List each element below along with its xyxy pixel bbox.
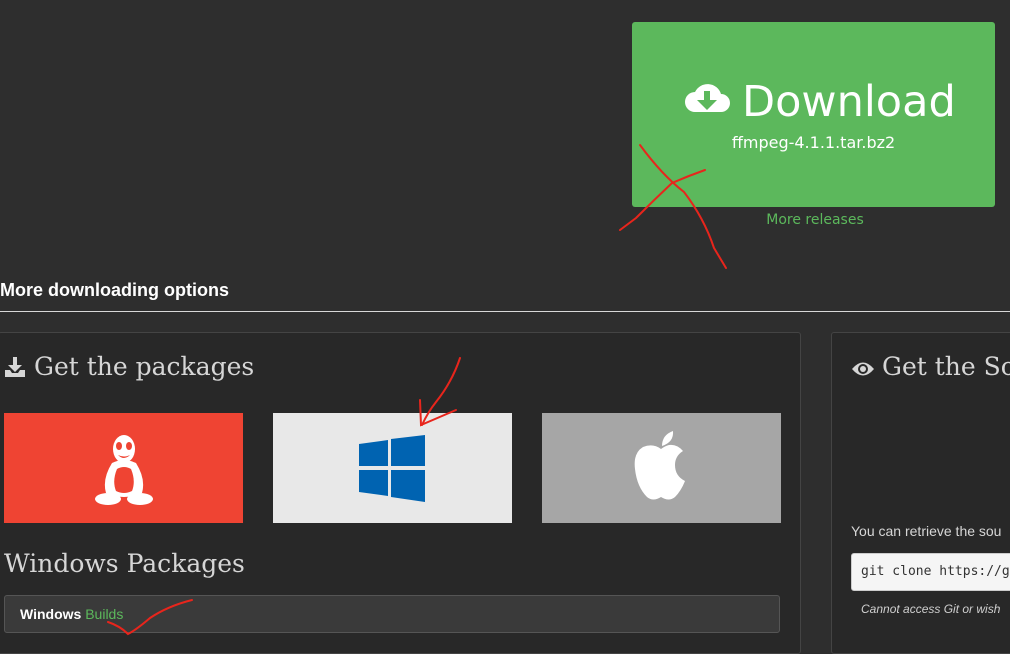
more-releases-link[interactable]: More releases: [720, 212, 910, 228]
windows-logo-icon: [359, 435, 425, 502]
windows-label: Windows: [20, 606, 82, 622]
download-title: Download: [742, 77, 956, 127]
section-divider: [0, 311, 1010, 312]
windows-packages-heading: Windows Packages: [4, 549, 245, 578]
windows-builds-label: Windows Builds: [20, 606, 123, 622]
windows-builds-row: Windows Builds: [4, 595, 780, 633]
packages-heading: Get the packages: [34, 352, 255, 381]
download-filename: ffmpeg-4.1.1.tar.bz2: [731, 133, 896, 152]
tux-icon: [95, 435, 153, 505]
apple-logo-icon: [634, 431, 685, 500]
linux-tile[interactable]: [4, 413, 243, 523]
source-note: Cannot access Git or wish: [861, 602, 1001, 616]
git-clone-text: git clone https://git: [861, 564, 1010, 579]
cloud-download-icon: [685, 84, 730, 112]
mac-tile[interactable]: [542, 413, 781, 523]
download-button[interactable]: Download ffmpeg-4.1.1.tar.bz2: [632, 22, 995, 207]
windows-tile[interactable]: [273, 413, 512, 523]
source-heading: Get the Sou: [882, 352, 1010, 381]
git-clone-command[interactable]: git clone https://git: [851, 553, 1010, 591]
source-description: You can retrieve the sou: [851, 523, 1002, 539]
builds-link[interactable]: Builds: [85, 606, 123, 622]
eye-icon: [852, 362, 874, 376]
more-downloading-options-heading: More downloading options: [0, 280, 229, 300]
download-tray-icon: [5, 357, 25, 377]
